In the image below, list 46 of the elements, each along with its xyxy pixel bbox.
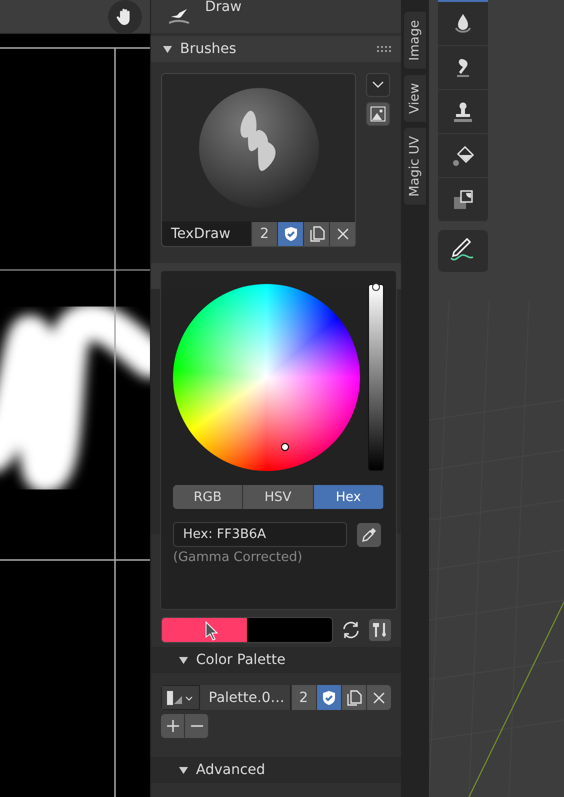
wheel-handle[interactable] [281,443,289,451]
hex-field[interactable]: Hex: FF3B6A [173,522,347,547]
sidebar-tab[interactable]: View [404,74,426,122]
chevron-down-icon[interactable] [366,73,390,97]
sidebar-tab[interactable]: Magic UV [404,128,426,204]
tool-title: Draw [205,0,242,14]
gamma-note: (Gamma Corrected) [173,550,304,565]
palette-browse-icon[interactable] [161,685,200,710]
brush-name[interactable]: TexDraw [162,222,251,246]
brush-icon [169,8,191,24]
remove-icon[interactable] [185,714,209,738]
palette-name[interactable]: Palette.0… [200,685,291,710]
sidebar-tab[interactable]: Image [404,12,426,69]
mode-tab[interactable]: HSV [243,485,314,509]
color-field[interactable] [161,617,334,643]
duplicate-icon[interactable] [303,222,329,246]
paint-tool-icon[interactable] [369,619,391,641]
user-count[interactable]: 2 [251,222,277,246]
close-icon[interactable] [366,685,391,710]
mode-tab[interactable]: Hex [314,485,384,509]
expanded-arrow-icon[interactable] [179,766,188,774]
fake-user-toggle[interactable] [316,685,341,710]
brush-sphere-icon[interactable] [198,86,320,208]
expanded-arrow-icon[interactable] [179,656,188,664]
color-swatch[interactable] [162,618,248,642]
eyedropper-icon[interactable] [357,522,381,546]
mode-tab[interactable]: RGB [173,485,244,509]
shield-icon [322,690,336,706]
user-count[interactable]: 2 [290,685,316,710]
drag-handle-icon[interactable] [377,46,391,52]
hand-icon[interactable] [108,0,142,34]
panel-title: Brushes [180,41,236,57]
panel-title: Color Palette [196,652,286,668]
image-icon[interactable] [366,102,390,126]
panel-title: Advanced [196,762,266,778]
duplicate-icon[interactable] [340,685,366,710]
color-swatch[interactable] [247,618,332,642]
close-icon[interactable] [329,222,355,246]
cursor-icon [205,621,219,641]
shield-icon [284,226,298,242]
swap-icon[interactable] [341,620,362,640]
pencil-icon[interactable] [438,230,488,272]
add-icon[interactable] [161,714,185,738]
fake-user-toggle[interactable] [277,222,303,246]
value-slider[interactable] [368,284,384,471]
expanded-arrow-icon[interactable] [163,44,172,54]
